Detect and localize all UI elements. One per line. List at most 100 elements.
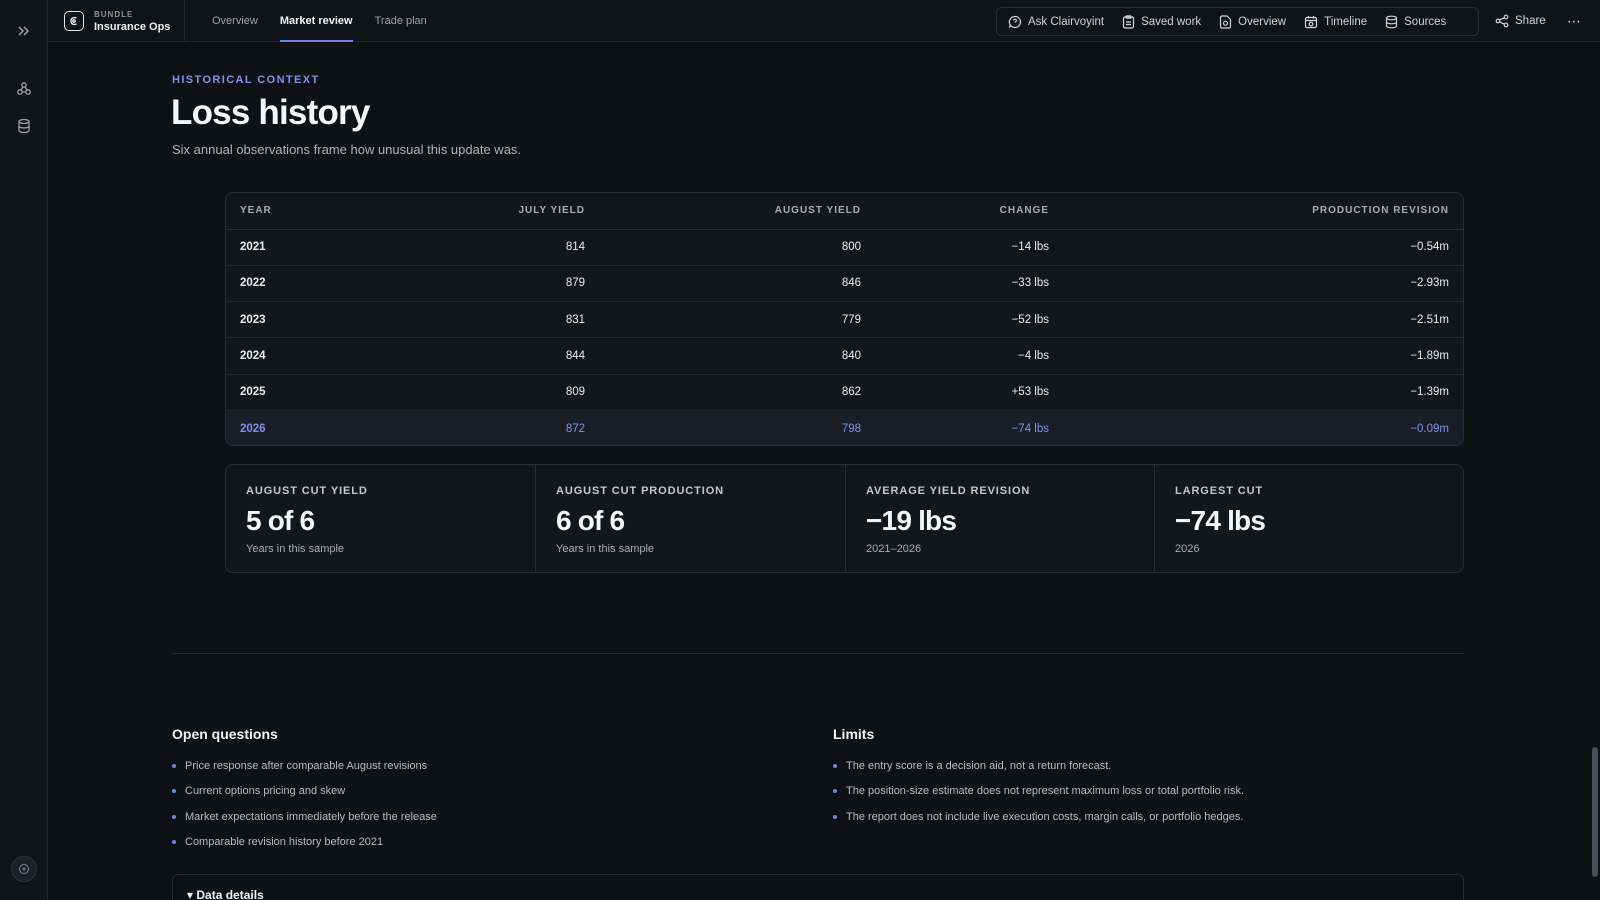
- cell-change: −4 lbs: [861, 337, 1049, 375]
- table-row-highlighted: 2026 872 798 −74 lbs −0.09m: [226, 410, 1463, 445]
- cell-july-yield: 831: [376, 301, 585, 339]
- toolbar-group: Ask Clairvoyint Saved work Overview Time…: [996, 7, 1479, 36]
- list-item: Comparable revision history before 2021: [172, 836, 437, 861]
- ask-clairvoyint-button[interactable]: Ask Clairvoyint: [1008, 15, 1104, 29]
- stat-note: Years in this sample: [246, 543, 345, 555]
- table-row: 2023 831 779 −52 lbs −2.51m: [226, 301, 1463, 339]
- list-item: The entry score is a decision aid, not a…: [833, 760, 1244, 785]
- share-label: Share: [1515, 15, 1546, 27]
- cell-year: 2026: [226, 410, 376, 445]
- cell-august-yield: 798: [585, 410, 861, 445]
- share-button[interactable]: Share: [1495, 0, 1546, 42]
- cell-august-yield: 779: [585, 301, 861, 339]
- page-tabs: Overview Market review Trade plan: [201, 0, 438, 42]
- cell-production-revision: −0.54m: [1049, 229, 1463, 266]
- stat-august-cut-yield: AUGUST CUT YIELD 5 of 6 Years in this sa…: [226, 465, 536, 572]
- share-icon: [1495, 14, 1509, 28]
- app-logo-icon: [64, 11, 84, 31]
- database-stack-icon: [1386, 15, 1398, 28]
- cell-year: 2025: [226, 374, 376, 411]
- open-questions-heading: Open questions: [172, 726, 278, 742]
- table-row: 2021 814 800 −14 lbs −0.54m: [226, 229, 1463, 266]
- column-header-year: YEAR: [226, 193, 376, 230]
- section-eyebrow: HISTORICAL CONTEXT: [172, 74, 320, 86]
- list-item: The position-size estimate does not repr…: [833, 785, 1244, 810]
- workspace-brand[interactable]: BUNDLE Insurance Ops: [64, 0, 170, 42]
- cell-august-yield: 840: [585, 337, 861, 375]
- cell-change: −14 lbs: [861, 229, 1049, 266]
- list-item: Current options pricing and skew: [172, 785, 437, 810]
- cell-production-revision: −1.39m: [1049, 374, 1463, 411]
- calendar-clock-icon: [1304, 15, 1318, 28]
- stat-label: AUGUST CUT YIELD: [246, 485, 368, 497]
- column-header-july-yield: JULY YIELD: [376, 193, 585, 230]
- cell-july-yield: 879: [376, 265, 585, 303]
- open-questions-list: Price response after comparable August r…: [172, 760, 437, 861]
- more-options-icon[interactable]: ⋯: [1567, 0, 1582, 42]
- ask-clairvoyint-label: Ask Clairvoyint: [1028, 15, 1105, 28]
- bundle-label: BUNDLE: [94, 9, 134, 19]
- stat-label: AUGUST CUT PRODUCTION: [556, 485, 725, 497]
- page-title: Loss history: [171, 93, 370, 132]
- cell-july-yield: 814: [376, 229, 585, 266]
- cell-change: −52 lbs: [861, 301, 1049, 339]
- loss-history-table: YEAR JULY YIELD AUGUST YIELD CHANGE PROD…: [225, 192, 1464, 446]
- tab-overview[interactable]: Overview: [201, 0, 269, 42]
- column-header-change: CHANGE: [861, 193, 1049, 230]
- cell-august-yield: 800: [585, 229, 861, 266]
- list-item: Market expectations immediately before t…: [172, 811, 437, 836]
- saved-work-button[interactable]: Saved work: [1122, 14, 1202, 29]
- scrollbar-thumb[interactable]: [1592, 747, 1598, 877]
- limits-heading: Limits: [833, 726, 875, 742]
- top-bar: BUNDLE Insurance Ops Overview Market rev…: [48, 0, 1600, 42]
- tab-market-review[interactable]: Market review: [269, 0, 364, 42]
- cell-production-revision: −2.93m: [1049, 265, 1463, 303]
- stat-note: 2021–2026: [866, 543, 922, 555]
- cell-august-yield: 846: [585, 265, 861, 303]
- chat-help-icon: [1008, 15, 1022, 28]
- limits-list: The entry score is a decision aid, not a…: [833, 760, 1244, 836]
- stat-label: AVERAGE YIELD REVISION: [866, 485, 1031, 497]
- workspace-name: Insurance Ops: [94, 20, 171, 33]
- column-header-production-revision: PRODUCTION REVISION: [1049, 193, 1463, 230]
- database-icon[interactable]: [12, 114, 36, 138]
- timeline-button[interactable]: Timeline: [1304, 15, 1367, 29]
- clipboard-icon: [1122, 14, 1135, 29]
- column-header-august-yield: AUGUST YIELD: [585, 193, 861, 230]
- cell-change: −33 lbs: [861, 265, 1049, 303]
- section-divider: [172, 653, 1464, 654]
- cell-year: 2023: [226, 301, 376, 339]
- stat-note: Years in this sample: [556, 543, 655, 555]
- table-row: 2022 879 846 −33 lbs −2.93m: [226, 265, 1463, 303]
- page-scrollbar[interactable]: [1590, 42, 1600, 900]
- stat-august-cut-production: AUGUST CUT PRODUCTION 6 of 6 Years in th…: [536, 465, 846, 572]
- cell-july-yield: 809: [376, 374, 585, 411]
- cell-change: +53 lbs: [861, 374, 1049, 411]
- cell-year: 2022: [226, 265, 376, 303]
- page-subtitle: Six annual observations frame how unusua…: [172, 142, 522, 157]
- data-details-disclosure[interactable]: ▾ Data details: [172, 874, 1464, 900]
- cell-production-revision: −1.89m: [1049, 337, 1463, 375]
- stat-value: 5 of 6: [246, 505, 315, 536]
- cell-year: 2024: [226, 337, 376, 375]
- expand-sidebar-icon[interactable]: [12, 19, 36, 43]
- stat-value: 6 of 6: [556, 505, 625, 536]
- overview-button[interactable]: Overview: [1219, 14, 1287, 29]
- overview-label: Overview: [1238, 15, 1287, 28]
- stat-note: 2026: [1175, 543, 1200, 555]
- timeline-label: Timeline: [1324, 15, 1368, 28]
- tab-trade-plan[interactable]: Trade plan: [364, 0, 438, 42]
- list-item: Price response after comparable August r…: [172, 760, 437, 785]
- cell-production-revision: −0.09m: [1049, 410, 1463, 445]
- stat-value: −19 lbs: [866, 505, 957, 536]
- cell-july-yield: 872: [376, 410, 585, 445]
- stat-label: LARGEST CUT: [1175, 485, 1264, 497]
- sources-button[interactable]: Sources: [1385, 15, 1446, 29]
- status-indicator-icon[interactable]: [11, 856, 37, 882]
- cell-change: −74 lbs: [861, 410, 1049, 445]
- summary-stats: AUGUST CUT YIELD 5 of 6 Years in this sa…: [225, 464, 1464, 573]
- graph-nodes-icon[interactable]: [12, 77, 36, 101]
- document-refresh-icon: [1220, 14, 1232, 29]
- saved-work-label: Saved work: [1141, 15, 1202, 28]
- data-details-label: ▾ Data details: [187, 888, 264, 900]
